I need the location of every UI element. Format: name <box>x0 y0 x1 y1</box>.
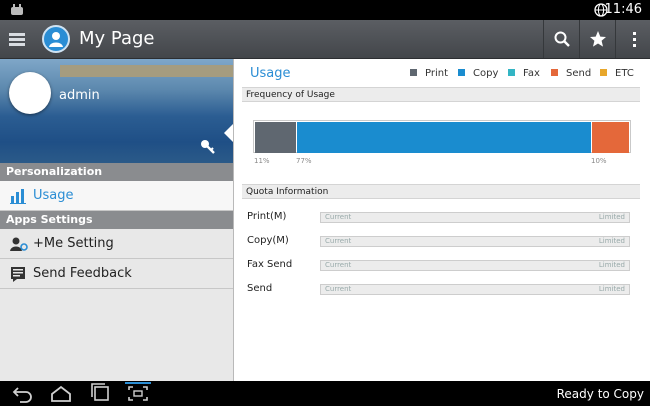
quota-limited: Limited <box>598 285 625 293</box>
legend-swatch <box>551 69 558 76</box>
legend-swatch <box>508 69 515 76</box>
sidebar-item-usage[interactable]: Usage <box>0 181 233 211</box>
legend-label: Fax <box>523 68 540 79</box>
section-personalization: Personalization <box>0 163 233 181</box>
username: admin <box>59 88 100 103</box>
search-icon <box>554 31 570 47</box>
avatar[interactable] <box>9 72 51 114</box>
quota-bar-send: Current Limited <box>320 284 630 295</box>
usage-title: Usage <box>250 66 291 81</box>
notification-icon <box>11 4 23 15</box>
sidebar-item-label: Send Feedback <box>33 266 132 281</box>
legend-swatch <box>600 69 607 76</box>
legend-item-etc: ETC <box>600 68 634 79</box>
search-button[interactable] <box>543 20 580 58</box>
sidebar-item-me-setting[interactable]: +Me Setting <box>0 229 233 259</box>
person-settings-icon <box>10 237 28 251</box>
quota-current: Current <box>325 237 352 245</box>
bar-chart-icon <box>10 189 26 204</box>
quota-header: Quota Information <box>242 184 640 199</box>
frequency-segment-send <box>592 122 629 153</box>
page-title: My Page <box>79 28 155 49</box>
app-logo-icon[interactable] <box>42 25 70 53</box>
quota-limited: Limited <box>598 213 625 221</box>
star-icon <box>590 31 606 47</box>
quota-label-send: Send <box>247 283 273 294</box>
quota-label-copy: Copy(M) <box>247 235 289 246</box>
legend-label: Copy <box>473 68 499 79</box>
quota-bar-copy: Current Limited <box>320 236 630 247</box>
sidebar-item-send-feedback[interactable]: Send Feedback <box>0 259 233 289</box>
frequency-segment-copy <box>297 122 591 153</box>
sidebar-item-label: Usage <box>33 188 74 203</box>
legend-item-send: Send <box>551 68 591 79</box>
home-icon[interactable] <box>50 383 72 403</box>
quota-current: Current <box>325 261 352 269</box>
frequency-label-copy: 77% <box>296 157 312 165</box>
selection-pointer <box>224 124 233 142</box>
legend-label: Send <box>566 68 592 79</box>
quota-limited: Limited <box>598 261 625 269</box>
main-panel: Usage Print Copy Fax Send ETC Frequency … <box>234 59 650 381</box>
quota-label-fax-send: Fax Send <box>247 259 293 270</box>
legend-swatch <box>410 69 417 76</box>
legend-label: Print <box>425 68 449 79</box>
quota-bar-fax-send: Current Limited <box>320 260 630 271</box>
status-bar: 11:46 <box>0 0 650 20</box>
legend-item-copy: Copy <box>458 68 498 79</box>
screen-capture-icon[interactable] <box>125 382 151 404</box>
device-status: Ready to Copy <box>556 387 644 401</box>
frequency-label-print: 11% <box>254 157 270 165</box>
banner-bridge-image <box>60 65 233 77</box>
back-icon[interactable] <box>12 383 34 403</box>
frequency-label-send: 10% <box>591 157 607 165</box>
overflow-menu-button[interactable] <box>615 20 650 58</box>
key-icon[interactable] <box>200 139 216 155</box>
frequency-segment-print <box>255 122 296 153</box>
status-time: 11:46 <box>604 2 642 17</box>
sidebar-item-label: +Me Setting <box>33 236 114 251</box>
overflow-icon <box>633 32 636 47</box>
feedback-icon <box>11 267 25 282</box>
legend-label: ETC <box>615 68 634 79</box>
recent-apps-icon[interactable] <box>89 383 111 403</box>
frequency-header: Frequency of Usage <box>242 87 640 102</box>
quota-bar-print: Current Limited <box>320 212 630 223</box>
action-bar: My Page <box>0 20 650 59</box>
favorite-button[interactable] <box>579 20 616 58</box>
section-apps-settings: Apps Settings <box>0 211 233 229</box>
quota-current: Current <box>325 285 352 293</box>
legend-item-print: Print <box>410 68 448 79</box>
legend-swatch <box>458 69 465 76</box>
quota-limited: Limited <box>598 237 625 245</box>
system-nav-bar: Ready to Copy <box>0 381 650 406</box>
sidebar: admin Personalization Usage Apps Setting… <box>0 59 234 381</box>
quota-label-print: Print(M) <box>247 211 287 222</box>
profile-banner: admin <box>0 59 233 163</box>
frequency-bar <box>253 120 631 153</box>
menu-icon[interactable] <box>0 20 34 58</box>
quota-current: Current <box>325 213 352 221</box>
legend-item-fax: Fax <box>508 68 540 79</box>
